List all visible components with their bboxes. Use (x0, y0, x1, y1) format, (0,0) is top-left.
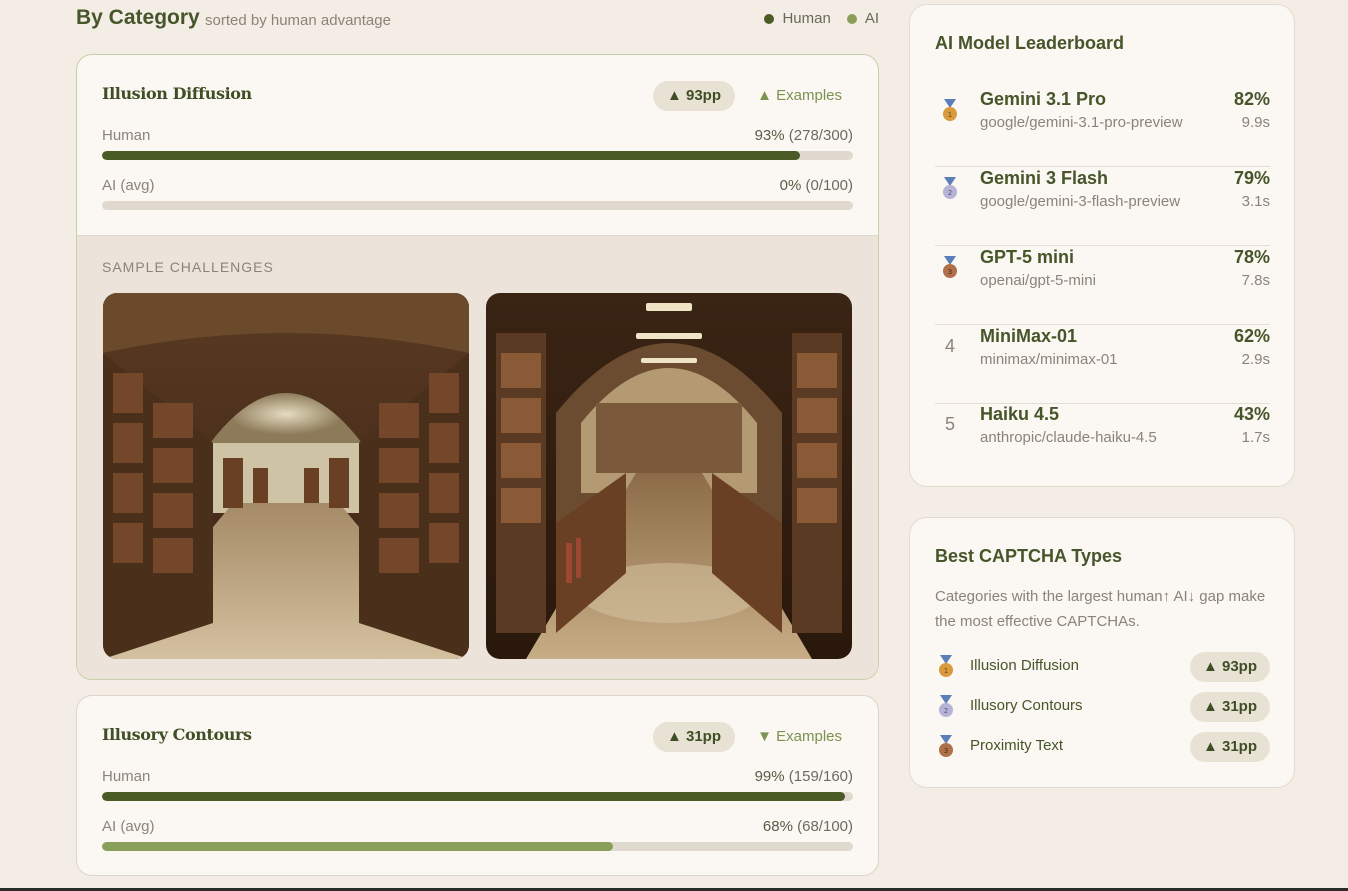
gold-medal-icon: 1 (943, 99, 957, 121)
samples-title: SAMPLE CHALLENGES (102, 259, 274, 275)
best-captcha-row[interactable]: 2 Illusory Contours ▲ 31pp (935, 692, 1270, 722)
category-card-illusory-contours: Illusory Contours ▲ 31pp ▼ Examples Huma… (76, 695, 879, 876)
model-id: google/gemini-3-flash-preview (980, 193, 1181, 210)
model-score: 43% (1233, 404, 1270, 424)
silver-medal-icon: 2 (939, 695, 953, 717)
rank-number: 4 (944, 336, 955, 356)
model-id: google/gemini-3.1-pro-preview (980, 114, 1183, 131)
legend-label-ai: AI (864, 10, 879, 27)
best-captcha-row[interactable]: 1 Illusion Diffusion ▲ 93pp (935, 652, 1270, 682)
model-time: 9.9s (1241, 114, 1270, 131)
svg-text:2: 2 (944, 707, 948, 715)
model-name: Gemini 3.1 Pro (980, 89, 1107, 109)
model-name: MiniMax-01 (980, 326, 1078, 346)
rank-number: 5 (944, 414, 955, 434)
bronze-medal-icon: 3 (943, 256, 957, 278)
gap-badge: ▲ 31pp (1189, 732, 1270, 762)
gold-medal-icon: 1 (939, 655, 953, 677)
category-name: Illusory Contours (102, 725, 252, 744)
section-subtitle: sorted by human advantage (205, 12, 391, 29)
category-header: Illusion Diffusion ▲ 93pp ▲ Examples (77, 55, 878, 111)
bar-track (102, 842, 853, 851)
examples-toggle-button[interactable]: ▲ Examples (757, 87, 842, 104)
leaderboard-title: AI Model Leaderboard (935, 33, 1125, 53)
best-captcha-title: Best CAPTCHA Types (935, 546, 1123, 566)
bar-value: 68% (68/100) (762, 818, 853, 835)
ai-bar-row: AI (avg) 68% (68/100) (77, 800, 878, 851)
bar-track (102, 201, 853, 210)
bar-label: AI (avg) (102, 177, 155, 194)
human-bar-row: Human 93% (278/300) (77, 109, 878, 160)
captcha-type-name: Illusory Contours (970, 697, 1083, 714)
category-header: Illusory Contours ▲ 31pp ▼ Examples (77, 696, 878, 752)
ai-bar-fill (102, 842, 613, 851)
captcha-type-name: Illusion Diffusion (970, 657, 1079, 674)
bar-label: Human (102, 127, 151, 144)
legend-item-ai: AI (846, 10, 879, 27)
silver-medal-icon: 2 (943, 177, 957, 199)
leaderboard-panel: AI Model Leaderboard 1 Gemini 3.1 Pro go… (909, 4, 1295, 487)
gap-badge: ▲ 93pp (652, 81, 735, 111)
bar-label: AI (avg) (102, 818, 155, 835)
human-bar-row: Human 99% (159/160) (77, 750, 878, 801)
leaderboard-row[interactable]: 4 MiniMax-01 minimax/minimax-01 62% 2.9s (935, 326, 1270, 404)
model-id: minimax/minimax-01 (980, 351, 1118, 368)
model-score: 62% (1233, 326, 1270, 346)
bar-value: 93% (278/300) (754, 127, 853, 144)
model-time: 3.1s (1241, 193, 1270, 210)
sample-challenge-image[interactable] (103, 293, 469, 659)
leaderboard-row[interactable]: 3 GPT-5 mini openai/gpt-5-mini 78% 7.8s (935, 247, 1270, 325)
svg-text:3: 3 (948, 268, 952, 276)
model-id: anthropic/claude-haiku-4.5 (980, 429, 1157, 446)
best-captcha-description: Categories with the largest human↑ AI↓ g… (935, 588, 1266, 630)
svg-text:3: 3 (944, 747, 948, 755)
bronze-medal-icon: 3 (939, 735, 953, 757)
model-score: 82% (1233, 89, 1270, 109)
category-name: Illusion Diffusion (102, 84, 252, 103)
category-section-header: By Category sorted by human advantage Hu… (76, 6, 879, 36)
ai-bar-row: AI (avg) 0% (0/100) (77, 159, 878, 210)
sample-challenges-panel: SAMPLE CHALLENGES (77, 235, 878, 679)
bar-label: Human (102, 768, 151, 785)
model-name: Gemini 3 Flash (980, 168, 1109, 188)
best-captcha-row[interactable]: 3 Proximity Text ▲ 31pp (935, 732, 1270, 762)
svg-text:1: 1 (948, 111, 952, 119)
gap-badge: ▲ 31pp (1189, 692, 1270, 722)
svg-text:2: 2 (948, 189, 952, 197)
best-captcha-panel: Best CAPTCHA Types Categories with the l… (909, 517, 1295, 788)
section-title: By Category (76, 6, 200, 29)
examples-toggle-button[interactable]: ▼ Examples (757, 728, 842, 745)
ai-dot-icon (846, 13, 857, 24)
human-dot-icon (764, 13, 775, 24)
legend-item-human: Human (764, 10, 831, 27)
model-time: 2.9s (1241, 351, 1270, 368)
sample-challenge-image[interactable] (486, 293, 852, 659)
model-name: GPT-5 mini (980, 247, 1075, 267)
captcha-type-name: Proximity Text (970, 737, 1064, 754)
gap-badge: ▲ 31pp (652, 722, 735, 752)
bar-value: 99% (159/160) (754, 768, 853, 785)
model-name: Haiku 4.5 (980, 404, 1060, 424)
category-card-illusion-diffusion: Illusion Diffusion ▲ 93pp ▲ Examples Hum… (76, 54, 879, 680)
model-time: 7.8s (1241, 272, 1270, 289)
model-id: openai/gpt-5-mini (980, 272, 1096, 289)
model-score: 79% (1233, 168, 1270, 188)
leaderboard-row[interactable]: 5 Haiku 4.5 anthropic/claude-haiku-4.5 4… (935, 404, 1270, 482)
svg-text:1: 1 (944, 667, 948, 675)
gap-badge: ▲ 93pp (1189, 652, 1270, 682)
leaderboard-row[interactable]: 2 Gemini 3 Flash google/gemini-3-flash-p… (935, 168, 1270, 246)
legend: Human AI (764, 10, 879, 27)
model-time: 1.7s (1241, 429, 1270, 446)
bar-value: 0% (0/100) (779, 177, 853, 194)
model-score: 78% (1233, 247, 1270, 267)
leaderboard-row[interactable]: 1 Gemini 3.1 Pro google/gemini-3.1-pro-p… (935, 89, 1270, 167)
legend-label-human: Human (782, 10, 831, 27)
